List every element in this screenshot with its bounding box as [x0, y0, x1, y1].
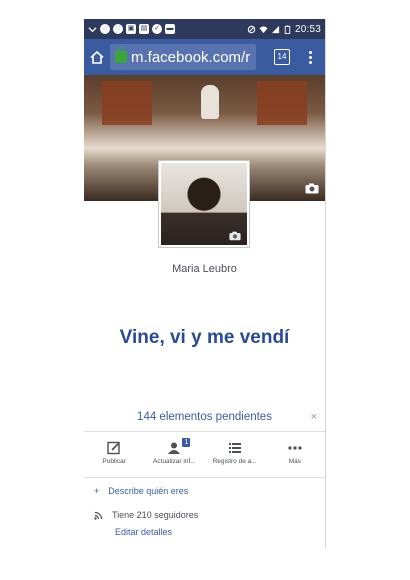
activity-log-label: Registro de a...: [212, 458, 257, 465]
update-info-button[interactable]: 1 Actualizar inf...: [144, 437, 204, 475]
cover-wood-panel: [102, 81, 152, 125]
message-icon: ▬: [165, 24, 175, 34]
more-icon: [288, 446, 302, 450]
status-bar: ◌ ◌ ▣ ▤ ✓ ▬ 20:53: [84, 19, 325, 39]
update-badge: 1: [182, 438, 191, 447]
menu-dot: [308, 55, 312, 59]
wifi-icon: [259, 25, 268, 33]
close-icon[interactable]: ×: [311, 411, 317, 423]
profile-actions: Publicar 1 Actualizar inf... Registro de…: [84, 437, 325, 475]
more-button[interactable]: Más: [265, 437, 325, 475]
browser-menu-button[interactable]: [308, 50, 312, 64]
check-icon: ✓: [152, 24, 162, 34]
whatsapp-icon: ◌: [100, 24, 110, 34]
edit-icon: [107, 441, 120, 455]
followers-count: Tiene 210 seguidores: [112, 510, 199, 520]
edit-details-link[interactable]: Editar detalles: [115, 527, 172, 537]
person-icon: [168, 442, 181, 454]
menu-dot: [308, 60, 312, 64]
browser-toolbar: m.facebook.com/r 14: [84, 39, 325, 75]
divider: [84, 477, 325, 478]
notification-icons: ◌ ◌ ▣ ▤ ✓ ▬: [84, 24, 175, 34]
publish-button[interactable]: Publicar: [84, 437, 144, 475]
gallery-icon: ▣: [126, 24, 136, 34]
more-label: Más: [288, 458, 302, 465]
cover-wood-panel: [257, 81, 307, 125]
missed-call-icon: [88, 26, 97, 32]
pending-items-link[interactable]: 144 elementos pendientes: [84, 411, 325, 423]
mute-icon: [247, 25, 256, 33]
update-info-label: Actualizar inf...: [153, 458, 196, 465]
url-text: m.facebook.com/r: [131, 48, 251, 66]
whatsapp-icon-2: ◌: [113, 24, 123, 34]
clock: 20:53: [294, 23, 321, 35]
home-icon: [90, 50, 104, 64]
phone-screen: ◌ ◌ ▣ ▤ ✓ ▬ 20:53 m.facebook.com/r 14 Ma…: [84, 19, 326, 549]
menu-dot: [308, 50, 312, 54]
activity-log-icon: [228, 443, 241, 453]
profile-name: Maria Leubro: [172, 263, 237, 275]
plus-icon: +: [94, 486, 100, 496]
photo-icon: ▤: [139, 24, 149, 34]
system-icons: 20:53: [247, 24, 325, 35]
followers-row: Tiene 210 seguidores: [94, 510, 198, 520]
cover-figure: [201, 85, 219, 119]
camera-icon[interactable]: [229, 231, 241, 241]
profile-picture[interactable]: [158, 160, 250, 248]
profile-update-icon: 1: [166, 438, 191, 455]
profile-headline: Vine, vi y me vendí: [119, 327, 290, 348]
address-bar[interactable]: m.facebook.com/r: [110, 44, 256, 70]
describe-row[interactable]: + Describe quién eres: [94, 486, 188, 496]
camera-icon[interactable]: [305, 183, 319, 194]
rss-icon: [94, 511, 103, 520]
activity-log-button[interactable]: Registro de a...: [205, 437, 265, 475]
profile-photo: [161, 163, 247, 245]
battery-icon: [284, 24, 291, 34]
home-button[interactable]: [84, 39, 110, 75]
divider: [84, 431, 325, 432]
tab-switcher-button[interactable]: 14: [274, 49, 290, 65]
lock-icon: [115, 47, 127, 63]
signal-icon: [271, 25, 280, 33]
publish-label: Publicar: [102, 458, 126, 465]
describe-link[interactable]: Describe quién eres: [108, 486, 188, 496]
